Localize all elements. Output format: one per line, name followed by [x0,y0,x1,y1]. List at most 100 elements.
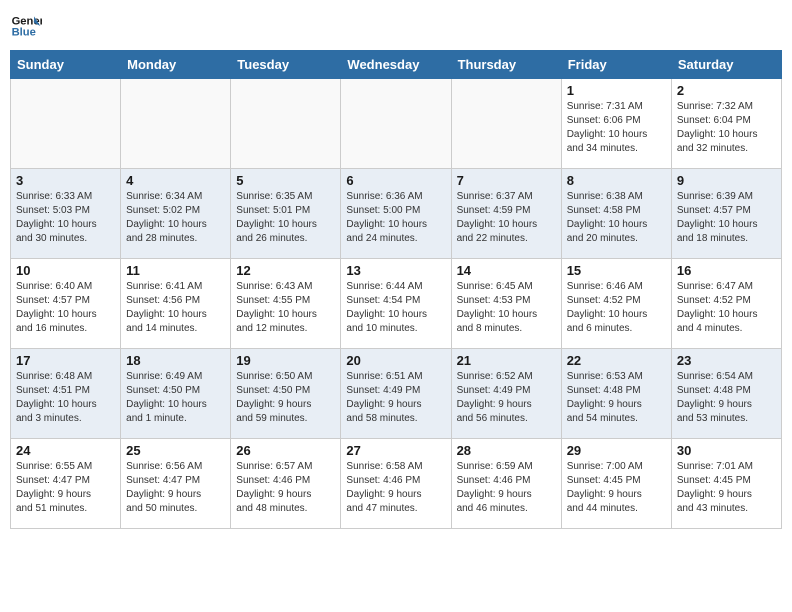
day-number: 29 [567,443,666,458]
calendar-cell: 19 Sunrise: 6:50 AM Sunset: 4:50 PM Dayli… [231,349,341,439]
day-number: 13 [346,263,445,278]
calendar-cell: 16 Sunrise: 6:47 AM Sunset: 4:52 PM Dayli… [671,259,781,349]
calendar-cell: 14 Sunrise: 6:45 AM Sunset: 4:53 PM Dayli… [451,259,561,349]
svg-text:General: General [12,15,42,27]
calendar-cell [231,79,341,169]
calendar-table: SundayMondayTuesdayWednesdayThursdayFrid… [10,50,782,529]
day-info: Sunrise: 6:33 AM Sunset: 5:03 PM Dayligh… [16,190,115,246]
day-number: 11 [126,263,225,278]
calendar-cell: 28 Sunrise: 6:59 AM Sunset: 4:46 PM Dayli… [451,439,561,529]
day-info: Sunrise: 7:32 AM Sunset: 6:04 PM Dayligh… [677,100,776,156]
day-number: 3 [16,173,115,188]
day-number: 28 [457,443,556,458]
weekday-header-saturday: Saturday [671,51,781,79]
day-info: Sunrise: 6:51 AM Sunset: 4:49 PM Dayligh… [346,370,445,426]
calendar-cell: 23 Sunrise: 6:54 AM Sunset: 4:48 PM Dayli… [671,349,781,439]
day-info: Sunrise: 7:00 AM Sunset: 4:45 PM Dayligh… [567,460,666,516]
calendar-cell: 29 Sunrise: 7:00 AM Sunset: 4:45 PM Dayli… [561,439,671,529]
day-info: Sunrise: 6:41 AM Sunset: 4:56 PM Dayligh… [126,280,225,336]
day-info: Sunrise: 6:52 AM Sunset: 4:49 PM Dayligh… [457,370,556,426]
day-number: 27 [346,443,445,458]
day-number: 1 [567,83,666,98]
day-number: 14 [457,263,556,278]
day-info: Sunrise: 6:53 AM Sunset: 4:48 PM Dayligh… [567,370,666,426]
day-number: 16 [677,263,776,278]
day-number: 2 [677,83,776,98]
day-info: Sunrise: 6:57 AM Sunset: 4:46 PM Dayligh… [236,460,335,516]
day-number: 10 [16,263,115,278]
weekday-header-monday: Monday [121,51,231,79]
day-number: 22 [567,353,666,368]
day-info: Sunrise: 7:31 AM Sunset: 6:06 PM Dayligh… [567,100,666,156]
weekday-header-thursday: Thursday [451,51,561,79]
weekday-header-tuesday: Tuesday [231,51,341,79]
day-number: 30 [677,443,776,458]
day-number: 5 [236,173,335,188]
calendar-cell [451,79,561,169]
calendar-cell: 22 Sunrise: 6:53 AM Sunset: 4:48 PM Dayli… [561,349,671,439]
calendar-header-row: SundayMondayTuesdayWednesdayThursdayFrid… [11,51,782,79]
calendar-cell: 3 Sunrise: 6:33 AM Sunset: 5:03 PM Daylig… [11,169,121,259]
calendar-cell: 9 Sunrise: 6:39 AM Sunset: 4:57 PM Daylig… [671,169,781,259]
logo: General Blue [10,10,42,42]
svg-text:Blue: Blue [12,27,36,39]
day-info: Sunrise: 6:48 AM Sunset: 4:51 PM Dayligh… [16,370,115,426]
calendar-cell: 17 Sunrise: 6:48 AM Sunset: 4:51 PM Dayli… [11,349,121,439]
day-number: 6 [346,173,445,188]
day-info: Sunrise: 6:55 AM Sunset: 4:47 PM Dayligh… [16,460,115,516]
calendar-cell [121,79,231,169]
day-number: 4 [126,173,225,188]
day-info: Sunrise: 6:39 AM Sunset: 4:57 PM Dayligh… [677,190,776,246]
day-number: 25 [126,443,225,458]
calendar-week-1: 1 Sunrise: 7:31 AM Sunset: 6:06 PM Daylig… [11,79,782,169]
calendar-cell [341,79,451,169]
day-info: Sunrise: 6:46 AM Sunset: 4:52 PM Dayligh… [567,280,666,336]
day-number: 8 [567,173,666,188]
day-info: Sunrise: 6:49 AM Sunset: 4:50 PM Dayligh… [126,370,225,426]
day-number: 21 [457,353,556,368]
calendar-cell: 13 Sunrise: 6:44 AM Sunset: 4:54 PM Dayli… [341,259,451,349]
calendar-cell: 1 Sunrise: 7:31 AM Sunset: 6:06 PM Daylig… [561,79,671,169]
day-info: Sunrise: 6:59 AM Sunset: 4:46 PM Dayligh… [457,460,556,516]
day-info: Sunrise: 6:44 AM Sunset: 4:54 PM Dayligh… [346,280,445,336]
calendar-cell: 11 Sunrise: 6:41 AM Sunset: 4:56 PM Dayli… [121,259,231,349]
day-number: 19 [236,353,335,368]
calendar-cell: 21 Sunrise: 6:52 AM Sunset: 4:49 PM Dayli… [451,349,561,439]
weekday-header-wednesday: Wednesday [341,51,451,79]
day-info: Sunrise: 7:01 AM Sunset: 4:45 PM Dayligh… [677,460,776,516]
day-number: 7 [457,173,556,188]
day-info: Sunrise: 6:34 AM Sunset: 5:02 PM Dayligh… [126,190,225,246]
calendar-cell: 8 Sunrise: 6:38 AM Sunset: 4:58 PM Daylig… [561,169,671,259]
day-number: 18 [126,353,225,368]
day-info: Sunrise: 6:58 AM Sunset: 4:46 PM Dayligh… [346,460,445,516]
calendar-cell: 10 Sunrise: 6:40 AM Sunset: 4:57 PM Dayli… [11,259,121,349]
day-info: Sunrise: 6:47 AM Sunset: 4:52 PM Dayligh… [677,280,776,336]
day-info: Sunrise: 6:37 AM Sunset: 4:59 PM Dayligh… [457,190,556,246]
weekday-header-sunday: Sunday [11,51,121,79]
calendar-cell: 5Sunrise: 6:35 AM Sunset: 5:01 PM Daylig… [231,169,341,259]
weekday-header-friday: Friday [561,51,671,79]
day-number: 23 [677,353,776,368]
day-info: Sunrise: 6:50 AM Sunset: 4:50 PM Dayligh… [236,370,335,426]
calendar-cell: 26 Sunrise: 6:57 AM Sunset: 4:46 PM Dayli… [231,439,341,529]
day-number: 9 [677,173,776,188]
page-header: General Blue [10,10,782,42]
day-info: Sunrise: 6:40 AM Sunset: 4:57 PM Dayligh… [16,280,115,336]
day-info: Sunrise: 6:45 AM Sunset: 4:53 PM Dayligh… [457,280,556,336]
day-info: Sunrise: 6:38 AM Sunset: 4:58 PM Dayligh… [567,190,666,246]
calendar-cell: 20 Sunrise: 6:51 AM Sunset: 4:49 PM Dayli… [341,349,451,439]
day-number: 20 [346,353,445,368]
calendar-cell: 30 Sunrise: 7:01 AM Sunset: 4:45 PM Dayli… [671,439,781,529]
calendar-cell: 18 Sunrise: 6:49 AM Sunset: 4:50 PM Dayli… [121,349,231,439]
day-number: 24 [16,443,115,458]
calendar-week-2: 3 Sunrise: 6:33 AM Sunset: 5:03 PM Daylig… [11,169,782,259]
calendar-week-5: 24 Sunrise: 6:55 AM Sunset: 4:47 PM Dayli… [11,439,782,529]
day-number: 26 [236,443,335,458]
calendar-cell: 24 Sunrise: 6:55 AM Sunset: 4:47 PM Dayli… [11,439,121,529]
calendar-cell: 27 Sunrise: 6:58 AM Sunset: 4:46 PM Dayli… [341,439,451,529]
day-number: 17 [16,353,115,368]
day-info: Sunrise: 6:36 AM Sunset: 5:00 PM Dayligh… [346,190,445,246]
calendar-cell: 4 Sunrise: 6:34 AM Sunset: 5:02 PM Daylig… [121,169,231,259]
calendar-cell: 6 Sunrise: 6:36 AM Sunset: 5:00 PM Daylig… [341,169,451,259]
day-info: Sunrise: 6:54 AM Sunset: 4:48 PM Dayligh… [677,370,776,426]
